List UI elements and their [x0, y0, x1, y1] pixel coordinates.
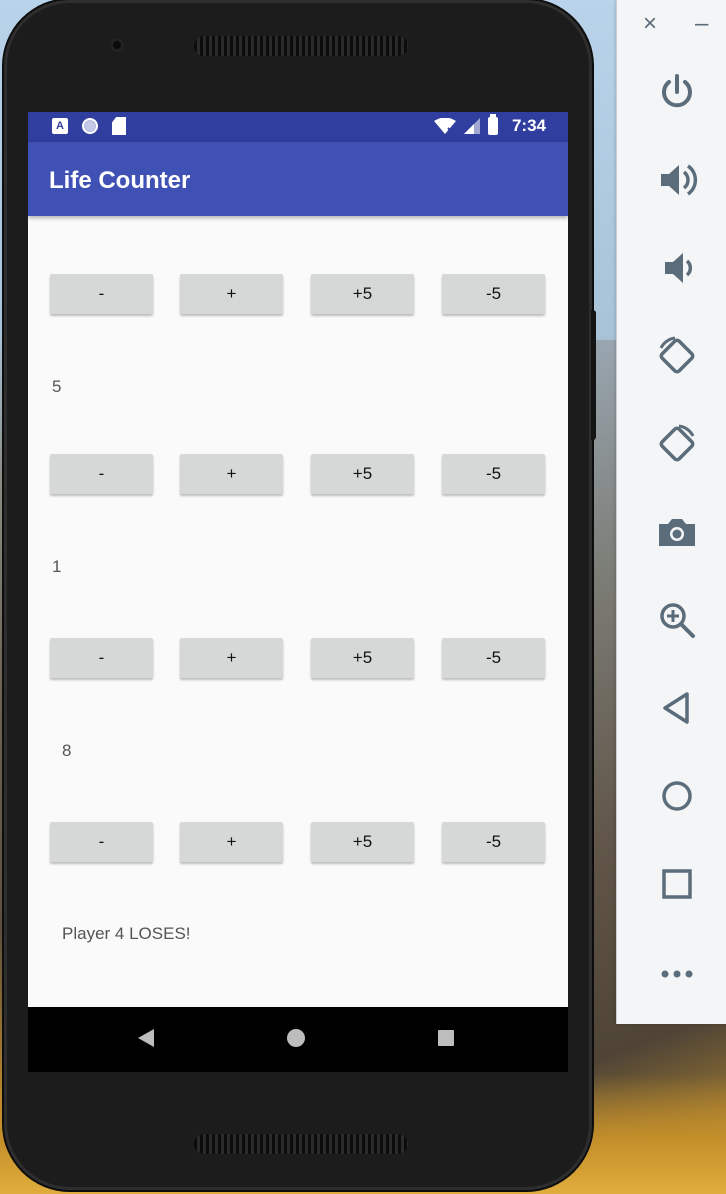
rotate-left-icon[interactable]: [653, 332, 701, 380]
back-icon[interactable]: [653, 684, 701, 732]
battery-icon: [487, 114, 498, 135]
player-2-plus-1-button[interactable]: +: [180, 454, 283, 494]
app-title: Life Counter: [49, 167, 191, 194]
player-4-minus-5-button[interactable]: -5: [442, 822, 545, 862]
rotate-right-icon[interactable]: [653, 420, 701, 468]
overview-icon[interactable]: [653, 860, 701, 908]
close-icon[interactable]: ×: [643, 12, 657, 36]
player-3-minus-5-button[interactable]: -5: [442, 638, 545, 678]
zoom-icon[interactable]: [653, 596, 701, 644]
player-2-controls: - + +5 -5: [50, 454, 546, 494]
player-2-minus-1-button[interactable]: -: [50, 454, 153, 494]
player-1-plus-5-button[interactable]: +5: [311, 274, 414, 314]
sync-icon: [82, 118, 98, 134]
phone-side-button: [591, 310, 596, 440]
player-1-life: 5: [52, 377, 62, 396]
camera-icon[interactable]: [653, 508, 701, 556]
player-1-controls: - + +5 -5: [50, 274, 546, 314]
top-speaker-grille: [194, 36, 408, 56]
player-4-plus-1-button[interactable]: +: [180, 822, 283, 862]
wifi-icon: [433, 118, 456, 134]
volume-down-icon[interactable]: [653, 244, 701, 292]
player-1-plus-1-button[interactable]: +: [180, 274, 283, 314]
player-3-plus-1-button[interactable]: +: [180, 638, 283, 678]
status-time: 7:34: [511, 116, 546, 135]
front-camera: [110, 38, 124, 52]
player-4-controls: - + +5 -5: [50, 822, 546, 862]
android-nav-bar: [28, 1007, 568, 1072]
player-2-minus-5-button[interactable]: -5: [442, 454, 545, 494]
result-message: Player 4 LOSES!: [62, 924, 191, 943]
status-bar: A 7:34: [28, 112, 568, 142]
volume-up-icon[interactable]: [653, 156, 701, 204]
player-2-plus-5-button[interactable]: +5: [311, 454, 414, 494]
player-4-plus-5-button[interactable]: +5: [311, 822, 414, 862]
player-3-controls: - + +5 -5: [50, 638, 546, 678]
player-1-minus-1-button[interactable]: -: [50, 274, 153, 314]
player-3-minus-1-button[interactable]: -: [50, 638, 153, 678]
player-2-life: 1: [52, 557, 62, 576]
phone-screen: A 7:34 Life Counter - + +5 -5 5 - + +5 -…: [28, 112, 568, 1072]
bottom-speaker-grille: [194, 1134, 408, 1154]
player-3-life: 8: [62, 741, 72, 760]
nav-recents-icon[interactable]: [438, 1030, 454, 1046]
notification-a-icon: A: [52, 118, 68, 134]
home-icon[interactable]: [653, 772, 701, 820]
cell-signal-icon: [463, 118, 480, 134]
nav-home-icon[interactable]: [287, 1029, 305, 1047]
app-bar: Life Counter: [28, 142, 568, 216]
player-4-minus-1-button[interactable]: -: [50, 822, 153, 862]
emulator-control-panel: × –: [616, 0, 726, 1024]
more-icon[interactable]: [653, 948, 701, 996]
player-3-plus-5-button[interactable]: +5: [311, 638, 414, 678]
player-1-minus-5-button[interactable]: -5: [442, 274, 545, 314]
sd-card-icon: [112, 117, 126, 135]
power-icon[interactable]: [653, 68, 701, 116]
minimize-icon[interactable]: –: [695, 12, 708, 36]
nav-back-icon[interactable]: [138, 1029, 154, 1047]
